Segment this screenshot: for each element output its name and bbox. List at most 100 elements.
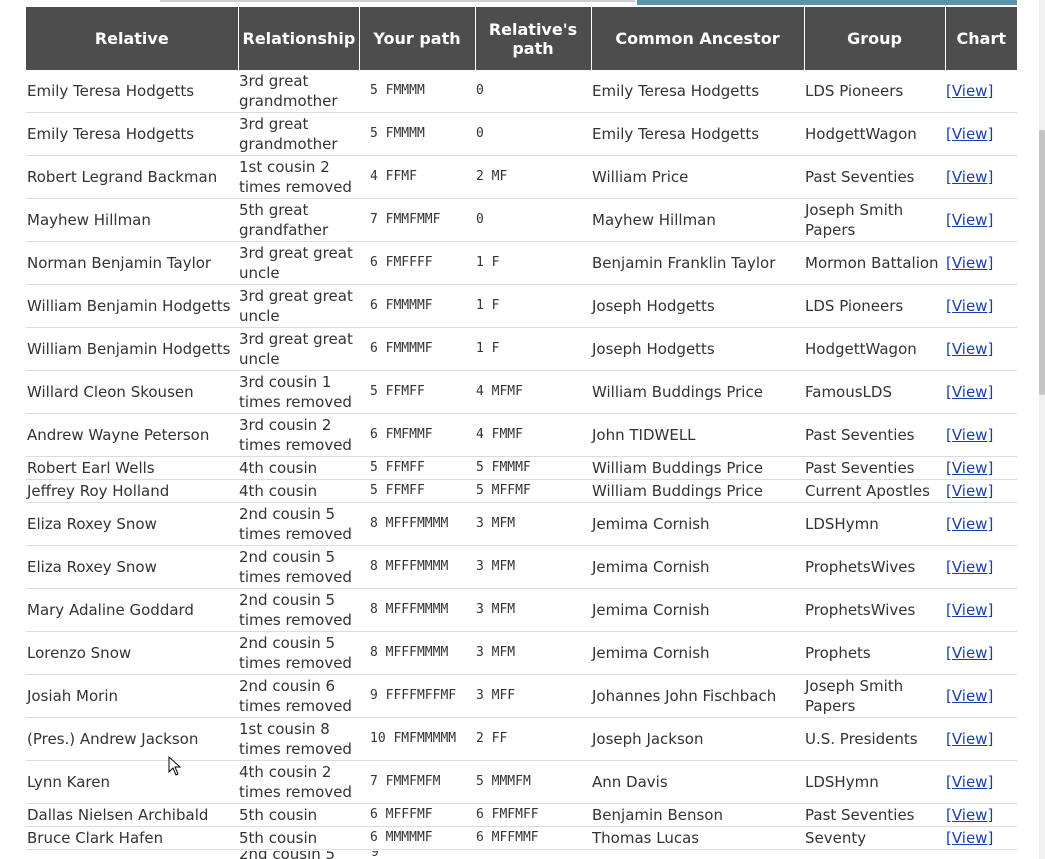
table-row: Robert Earl Wells 4th cousin 5 FFMFF 5 FMMM… xyxy=(26,456,1017,480)
relatives-path-cell: 6 MFFMMF xyxy=(475,826,591,850)
common-ancestor-cell: Mayhew Hillman xyxy=(591,198,804,242)
relatives-table: Relative Relationship Your path Relative… xyxy=(26,7,1017,850)
chart-cell: [View] xyxy=(945,479,1017,503)
relatives-path-cell: 4 FMMF xyxy=(475,413,591,457)
common-ancestor-cell: Benjamin Franklin Taylor xyxy=(591,241,804,285)
relatives-path-cell: 1 F xyxy=(475,241,591,285)
relative-cell: Robert Legrand Backman xyxy=(26,155,238,199)
group-cell: LDS Pioneers xyxy=(804,70,945,113)
column-header-your-path[interactable]: Your path xyxy=(359,7,476,70)
column-header-group[interactable]: Group xyxy=(804,7,946,70)
common-ancestor-cell: Jemima Cornish xyxy=(591,631,804,675)
view-chart-link[interactable]: [View] xyxy=(946,125,993,143)
table-header-row: Relative Relationship Your path Relative… xyxy=(26,7,1017,70)
view-chart-link[interactable]: [View] xyxy=(946,829,993,847)
chart-cell: [View] xyxy=(945,674,1017,718)
view-chart-link[interactable]: [View] xyxy=(946,730,993,748)
relative-cell: Eliza Roxey Snow xyxy=(26,545,238,589)
relative-cell: Norman Benjamin Taylor xyxy=(26,241,238,285)
common-ancestor-cell: William Price xyxy=(591,155,804,199)
view-chart-link[interactable]: [View] xyxy=(946,482,993,500)
column-header-relationship[interactable]: Relationship xyxy=(238,7,360,70)
view-chart-link[interactable]: [View] xyxy=(946,687,993,705)
your-path-cell: 6 FMFFFF xyxy=(359,241,475,285)
your-path-cell: 6 MMMMMF xyxy=(359,826,475,850)
chart-cell: [View] xyxy=(945,241,1017,285)
relatives-path-cell: 0 xyxy=(475,70,591,113)
your-path-cell: 8 MFFFMMMM xyxy=(359,545,475,589)
column-header-relative[interactable]: Relative xyxy=(26,7,239,70)
relationship-cell: 3rd cousin 1 times removed xyxy=(238,370,359,414)
your-path-cell: 5 FFMFF xyxy=(359,456,475,480)
chart-cell: [View] xyxy=(945,717,1017,761)
relatives-path-cell: 4 MFMF xyxy=(475,370,591,414)
relationship-cell: 2nd cousin 5 times removed xyxy=(238,588,359,632)
common-ancestor-cell: Emily Teresa Hodgetts xyxy=(591,112,804,156)
relationship-cell: 4th cousin xyxy=(238,456,359,480)
relative-cell: Eliza Roxey Snow xyxy=(26,502,238,546)
chart-cell: [View] xyxy=(945,631,1017,675)
view-chart-link[interactable]: [View] xyxy=(946,168,993,186)
table-row: Eliza Roxey Snow 2nd cousin 5 times remov… xyxy=(26,502,1017,546)
group-cell: HodgettWagon xyxy=(804,112,945,156)
relative-cell: Mayhew Hillman xyxy=(26,198,238,242)
group-cell: FamousLDS xyxy=(804,370,945,414)
page: Relative Relationship Your path Relative… xyxy=(0,0,1045,859)
relationship-cell: 2nd cousin 5 times removed xyxy=(238,502,359,546)
relatives-path-cell: 3 MFM xyxy=(475,588,591,632)
common-ancestor-cell: John TIDWELL xyxy=(591,413,804,457)
group-cell: U.S. Presidents xyxy=(804,717,945,761)
column-header-common-ancestor[interactable]: Common Ancestor xyxy=(591,7,805,70)
your-path-cell: 8 MFFFMMMM xyxy=(359,631,475,675)
your-path-cell: 5 FFMFF xyxy=(359,479,475,503)
relatives-path-cell: 5 MFFMF xyxy=(475,479,591,503)
relative-cell: Mary Adaline Goddard xyxy=(26,588,238,632)
view-chart-link[interactable]: [View] xyxy=(946,426,993,444)
chart-cell: [View] xyxy=(945,112,1017,156)
view-chart-link[interactable]: [View] xyxy=(946,773,993,791)
table-row: Emily Teresa Hodgetts 3rd great grandmoth… xyxy=(26,112,1017,156)
relative-cell: Willard Cleon Skousen xyxy=(26,370,238,414)
table-row: Josiah Morin 2nd cousin 6 times removed 9 … xyxy=(26,674,1017,718)
relative-cell: Bruce Clark Hafen xyxy=(26,826,238,850)
view-chart-link[interactable]: [View] xyxy=(946,601,993,619)
chart-cell: [View] xyxy=(945,155,1017,199)
view-chart-link[interactable]: [View] xyxy=(946,515,993,533)
view-chart-link[interactable]: [View] xyxy=(946,82,993,100)
relative-cell: (Pres.) Andrew Jackson xyxy=(26,717,238,761)
common-ancestor-cell: Jemima Cornish xyxy=(591,545,804,589)
common-ancestor-cell: Joseph Jackson xyxy=(591,717,804,761)
relationship-cell: 5th great grandfather xyxy=(238,198,359,242)
common-ancestor-cell: Thomas Lucas xyxy=(591,826,804,850)
table-row: William Benjamin Hodgetts 3rd great great… xyxy=(26,284,1017,328)
view-chart-link[interactable]: [View] xyxy=(946,459,993,477)
top-tab-active[interactable] xyxy=(637,0,1017,5)
scrollbar-thumb[interactable] xyxy=(1039,130,1045,395)
view-chart-link[interactable]: [View] xyxy=(946,558,993,576)
view-chart-link[interactable]: [View] xyxy=(946,806,993,824)
relatives-path-cell: 5 MMMFM xyxy=(475,760,591,804)
chart-cell: [View] xyxy=(945,70,1017,113)
group-cell: HodgettWagon xyxy=(804,327,945,371)
view-chart-link[interactable]: [View] xyxy=(946,211,993,229)
your-path-cell: 7 FMMFMFM xyxy=(359,760,475,804)
relatives-path-cell: 1 F xyxy=(475,327,591,371)
view-chart-link[interactable]: [View] xyxy=(946,383,993,401)
view-chart-link[interactable]: [View] xyxy=(946,254,993,272)
relationship-cell: 5th cousin xyxy=(238,826,359,850)
relatives-path-cell: 0 xyxy=(475,112,591,156)
view-chart-link[interactable]: [View] xyxy=(946,297,993,315)
view-chart-link[interactable]: [View] xyxy=(946,644,993,662)
chart-cell: [View] xyxy=(945,588,1017,632)
relative-cell: Andrew Wayne Peterson xyxy=(26,413,238,457)
view-chart-link[interactable]: [View] xyxy=(946,340,993,358)
table-row: Bruce Clark Hafen 5th cousin 6 MMMMMF 6 MFF… xyxy=(26,826,1017,850)
relationship-cell: 1st cousin 2 times removed xyxy=(238,155,359,199)
column-header-relatives-path[interactable]: Relative's path xyxy=(475,7,592,70)
vertical-scrollbar[interactable] xyxy=(1039,0,1045,859)
common-ancestor-cell: William Buddings Price xyxy=(591,370,804,414)
your-path-cell: 9 FFFFMFFMF xyxy=(359,674,475,718)
relative-cell: William Benjamin Hodgetts xyxy=(26,284,238,328)
your-path-cell: 6 FMMMMF xyxy=(359,284,475,328)
column-header-chart[interactable]: Chart xyxy=(945,7,1017,70)
